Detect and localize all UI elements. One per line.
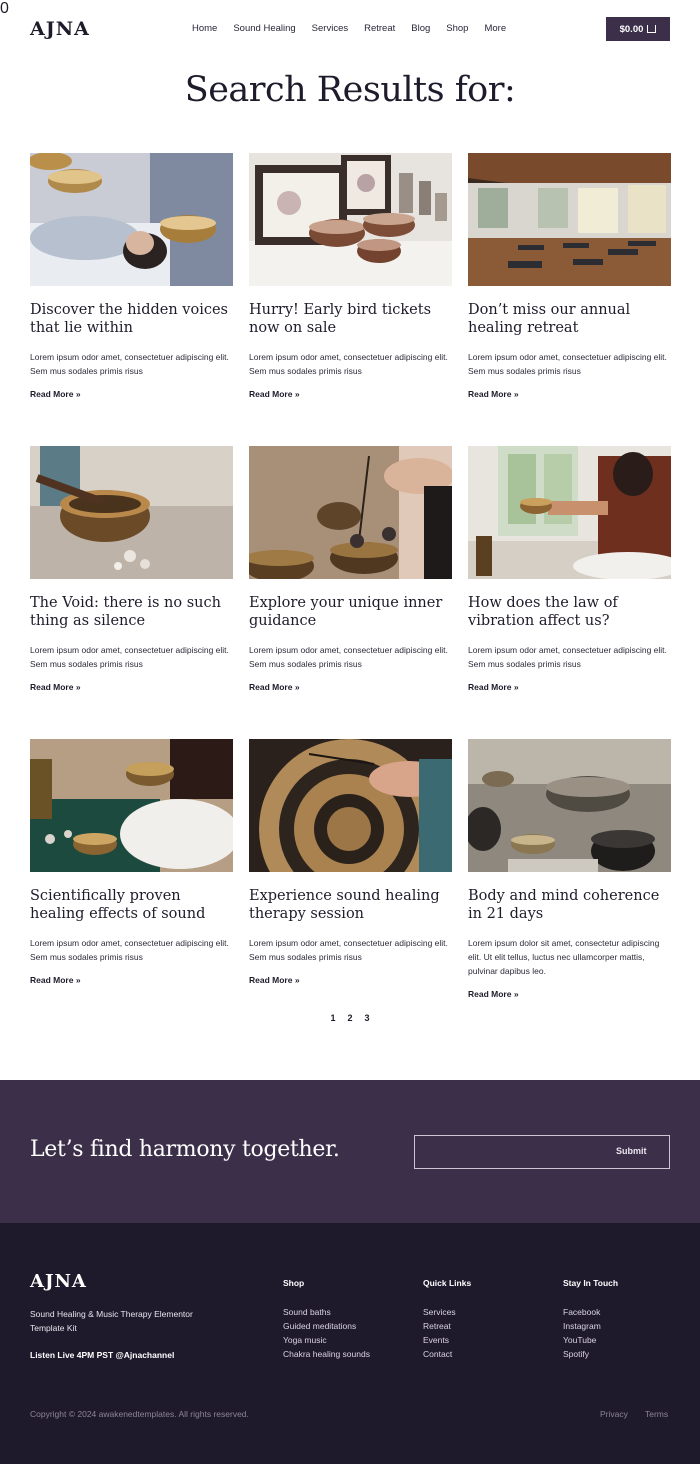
- post-thumbnail[interactable]: [249, 153, 452, 286]
- post-thumbnail[interactable]: [468, 446, 671, 579]
- newsletter-section: Let’s find harmony together. Submit: [0, 1080, 700, 1223]
- post-excerpt: Lorem ipsum odor amet, consectetuer adip…: [30, 645, 229, 669]
- post-excerpt: Lorem ipsum odor amet, consectetuer adip…: [30, 352, 229, 376]
- footer-stay-in-touch-column: Stay In Touch Facebook Instagram YouTube…: [563, 1278, 618, 1361]
- post-excerpt: Lorem ipsum dolor sit amet, consectetur …: [468, 938, 660, 976]
- privacy-link[interactable]: Privacy: [600, 1409, 628, 1419]
- nav-services[interactable]: Services: [312, 23, 348, 34]
- page-title: Search Results for:: [184, 70, 516, 110]
- read-more-link[interactable]: Read More »: [30, 682, 81, 692]
- footer-link[interactable]: Events: [423, 1333, 471, 1347]
- footer-link-youtube[interactable]: YouTube: [563, 1333, 618, 1347]
- footer-column-heading: Quick Links: [423, 1278, 472, 1288]
- footer-link[interactable]: Chakra healing sounds: [283, 1347, 370, 1361]
- post-thumbnail[interactable]: [30, 739, 233, 872]
- post-thumbnail[interactable]: [30, 153, 233, 286]
- nav-more[interactable]: More: [484, 23, 506, 34]
- nav-home[interactable]: Home: [192, 23, 217, 34]
- post-card: The Void: there is no such thing as sile…: [30, 446, 233, 695]
- footer-logo[interactable]: AJNA: [30, 1271, 87, 1292]
- footer-link[interactable]: Guided meditations: [283, 1319, 370, 1333]
- footer-link-facebook[interactable]: Facebook: [563, 1305, 618, 1319]
- read-more-link[interactable]: Read More »: [468, 989, 519, 999]
- submit-button[interactable]: Submit: [616, 1146, 647, 1156]
- post-card: Don’t miss our annual healing retreat Lo…: [468, 153, 671, 402]
- cart-button[interactable]: $0.00: [606, 17, 670, 41]
- footer-live-notice: Listen Live 4PM PST @Ajnachannel: [30, 1350, 175, 1360]
- post-thumbnail[interactable]: [468, 153, 671, 286]
- post-excerpt: Lorem ipsum odor amet, consectetuer adip…: [468, 352, 667, 376]
- post-title[interactable]: The Void: there is no such thing as sile…: [30, 594, 233, 630]
- read-more-link[interactable]: Read More »: [468, 682, 519, 692]
- footer-shop-column: Shop Sound baths Guided meditations Yoga…: [283, 1278, 370, 1361]
- footer-link-instagram[interactable]: Instagram: [563, 1319, 618, 1333]
- nav-shop[interactable]: Shop: [446, 23, 468, 34]
- post-title[interactable]: Don’t miss our annual healing retreat: [468, 301, 671, 337]
- post-thumbnail[interactable]: [249, 446, 452, 579]
- footer-link[interactable]: Sound baths: [283, 1305, 370, 1319]
- post-card: Body and mind coherence in 21 days Lorem…: [468, 739, 671, 1002]
- footer-link[interactable]: Contact: [423, 1347, 471, 1361]
- footer-column-heading: Stay In Touch: [563, 1278, 619, 1288]
- post-thumbnail[interactable]: [30, 446, 233, 579]
- footer-quick-links-column: Quick Links Services Retreat Events Cont…: [423, 1278, 471, 1361]
- post-title[interactable]: Body and mind coherence in 21 days: [468, 887, 671, 923]
- newsletter-tagline: Let’s find harmony together.: [30, 1137, 340, 1162]
- read-more-link[interactable]: Read More »: [249, 682, 300, 692]
- nav-blog[interactable]: Blog: [411, 23, 430, 34]
- page-link-2[interactable]: 2: [347, 1013, 352, 1023]
- site-footer: AJNA Sound Healing & Music Therapy Eleme…: [0, 1223, 700, 1464]
- nav-sound-healing[interactable]: Sound Healing: [233, 23, 295, 34]
- read-more-link[interactable]: Read More »: [468, 389, 519, 399]
- post-excerpt: Lorem ipsum odor amet, consectetuer adip…: [249, 352, 448, 376]
- post-title[interactable]: Explore your unique inner guidance: [249, 594, 452, 630]
- post-card: Scientifically proven healing effects of…: [30, 739, 233, 988]
- post-thumbnail[interactable]: [249, 739, 452, 872]
- site-header: AJNA Home Sound Healing Services Retreat…: [0, 0, 700, 58]
- footer-column-heading: Shop: [283, 1278, 305, 1288]
- post-card: Hurry! Early bird tickets now on sale Lo…: [249, 153, 452, 402]
- read-more-link[interactable]: Read More »: [30, 389, 81, 399]
- post-card: Explore your unique inner guidance Lorem…: [249, 446, 452, 695]
- footer-link[interactable]: Yoga music: [283, 1333, 370, 1347]
- footer-link[interactable]: Retreat: [423, 1319, 471, 1333]
- post-thumbnail[interactable]: [468, 739, 671, 872]
- footer-description: Sound Healing & Music Therapy Elementor …: [30, 1309, 193, 1333]
- post-title[interactable]: Scientifically proven healing effects of…: [30, 887, 233, 923]
- nav-retreat[interactable]: Retreat: [364, 23, 395, 34]
- post-excerpt: Lorem ipsum odor amet, consectetuer adip…: [249, 645, 448, 669]
- main-nav: Home Sound Healing Services Retreat Blog…: [192, 23, 522, 34]
- post-title[interactable]: Experience sound healing therapy session: [249, 887, 452, 923]
- post-excerpt: Lorem ipsum odor amet, consectetuer adip…: [30, 938, 229, 962]
- read-more-link[interactable]: Read More »: [249, 389, 300, 399]
- terms-link[interactable]: Terms: [645, 1409, 668, 1419]
- post-title[interactable]: How does the law of vibration affect us?: [468, 594, 671, 630]
- post-title[interactable]: Discover the hidden voices that lie with…: [30, 301, 233, 337]
- post-excerpt: Lorem ipsum odor amet, consectetuer adip…: [468, 645, 667, 669]
- post-title[interactable]: Hurry! Early bird tickets now on sale: [249, 301, 452, 337]
- footer-link-spotify[interactable]: Spotify: [563, 1347, 618, 1361]
- post-excerpt: Lorem ipsum odor amet, consectetuer adip…: [249, 938, 448, 962]
- site-logo[interactable]: AJNA: [30, 18, 90, 40]
- footer-link[interactable]: Services: [423, 1305, 471, 1319]
- cart-count-badge: 0: [0, 0, 9, 17]
- post-card: Discover the hidden voices that lie with…: [30, 153, 233, 402]
- cart-total: $0.00: [619, 23, 644, 35]
- read-more-link[interactable]: Read More »: [30, 975, 81, 985]
- post-card: How does the law of vibration affect us?…: [468, 446, 671, 695]
- pagination: 1 2 3: [0, 1013, 700, 1023]
- post-card: Experience sound healing therapy session…: [249, 739, 452, 988]
- footer-copyright: Copyright © 2024 awakenedtemplates. All …: [30, 1409, 249, 1419]
- read-more-link[interactable]: Read More »: [249, 975, 300, 985]
- page-link-1[interactable]: 1: [330, 1013, 335, 1023]
- page-link-3[interactable]: 3: [365, 1013, 370, 1023]
- cart-icon: [647, 25, 657, 33]
